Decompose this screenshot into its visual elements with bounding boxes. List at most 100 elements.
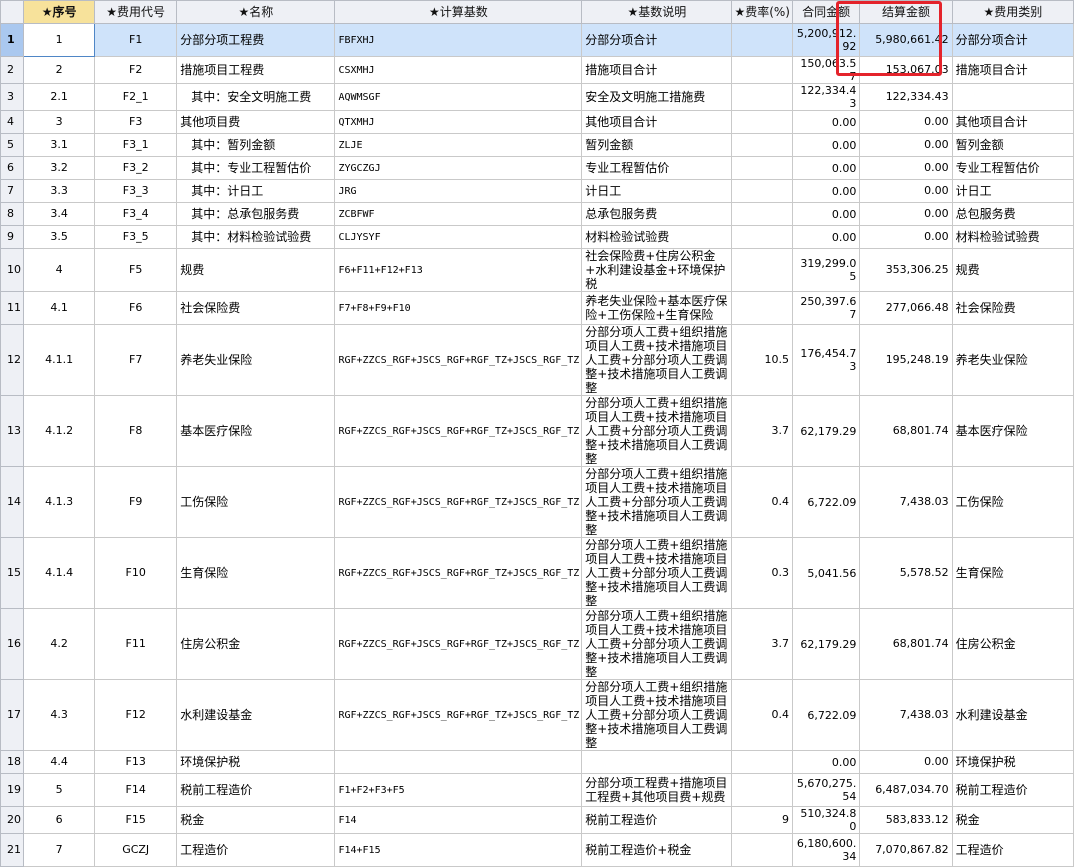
base-cell[interactable]: RGF+ZZCS_RGF+JSCS_RGF+RGF_TZ+JSCS_RGF_TZ: [334, 466, 583, 538]
rate-cell[interactable]: [731, 291, 793, 325]
desc-cell[interactable]: 分部分项人工费+组织措施项目人工费+技术措施项目人工费+分部分项人工费调整+技术…: [581, 537, 733, 609]
rate-cell[interactable]: [731, 110, 793, 134]
desc-cell[interactable]: 社会保险费+住房公积金+水利建设基金+环境保护税: [581, 248, 733, 292]
settle-amount-cell[interactable]: 7,070,867.82: [859, 833, 953, 867]
contract-amount-cell[interactable]: 6,180,600.34: [791, 833, 861, 867]
contract-amount-cell[interactable]: 0.00: [791, 133, 861, 157]
desc-cell[interactable]: 税前工程造价: [581, 806, 733, 834]
settle-amount-cell[interactable]: 68,801.74: [859, 608, 953, 680]
settle-amount-cell[interactable]: 0.00: [859, 202, 953, 226]
name-cell[interactable]: 环境保护税: [176, 750, 336, 774]
category-cell[interactable]: 水利建设基金: [951, 679, 1074, 751]
table-row[interactable]: 14 4.1.3 F9 工伤保险 RGF+ZZCS_RGF+JSCS_RGF+RGF_T…: [0, 466, 1074, 538]
category-cell[interactable]: 材料检验试验费: [951, 225, 1074, 249]
table-row[interactable]: 3 2.1 F2_1 其中：安全文明施工费 AQWMSGF 安全及文明施工措施费 122,3…: [0, 83, 1074, 111]
name-cell[interactable]: 税前工程造价: [176, 773, 336, 807]
seq-cell[interactable]: 3.4: [22, 202, 96, 226]
base-cell[interactable]: RGF+ZZCS_RGF+JSCS_RGF+RGF_TZ+JSCS_RGF_TZ: [334, 537, 583, 609]
table-row[interactable]: 16 4.2 F11 住房公积金 RGF+ZZCS_RGF+JSCS_RGF+RGF_T…: [0, 608, 1074, 680]
category-cell[interactable]: 暂列金额: [951, 133, 1074, 157]
code-cell[interactable]: F3_3: [94, 179, 178, 203]
desc-cell[interactable]: 分部分项合计: [581, 23, 733, 57]
rate-cell[interactable]: [731, 750, 793, 774]
contract-amount-cell[interactable]: 0.00: [791, 225, 861, 249]
category-cell[interactable]: 规费: [951, 248, 1074, 292]
code-cell[interactable]: F3_1: [94, 133, 178, 157]
contract-amount-cell[interactable]: 0.00: [791, 110, 861, 134]
base-cell[interactable]: F1+F2+F3+F5: [334, 773, 583, 807]
table-row[interactable]: 1 1 F1 分部分项工程费 FBFXHJ 分部分项合计 5,200,912.92 5,980…: [0, 23, 1074, 57]
category-cell[interactable]: 计日工: [951, 179, 1074, 203]
contract-amount-cell[interactable]: 150,063.57: [791, 56, 861, 84]
name-cell[interactable]: 工程造价: [176, 833, 336, 867]
settle-amount-cell[interactable]: 68,801.74: [859, 395, 953, 467]
code-cell[interactable]: F5: [94, 248, 178, 292]
rate-cell[interactable]: [731, 156, 793, 180]
base-cell[interactable]: CSXMHJ: [334, 56, 583, 84]
name-cell[interactable]: 其中：暂列金额: [176, 133, 336, 157]
settle-amount-cell[interactable]: 5,578.52: [859, 537, 953, 609]
desc-cell[interactable]: 分部分项人工费+组织措施项目人工费+技术措施项目人工费+分部分项人工费调整+技术…: [581, 395, 733, 467]
code-cell[interactable]: F9: [94, 466, 178, 538]
code-cell[interactable]: F12: [94, 679, 178, 751]
base-cell[interactable]: F7+F8+F9+F10: [334, 291, 583, 325]
code-cell[interactable]: F13: [94, 750, 178, 774]
base-cell[interactable]: QTXMHJ: [334, 110, 583, 134]
seq-cell[interactable]: 4.2: [22, 608, 96, 680]
table-row[interactable]: 2 2 F2 措施项目工程费 CSXMHJ 措施项目合计 150,063.57 153,067…: [0, 56, 1074, 84]
settle-amount-cell[interactable]: 353,306.25: [859, 248, 953, 292]
settle-amount-cell[interactable]: 122,334.43: [859, 83, 953, 111]
code-cell[interactable]: F14: [94, 773, 178, 807]
name-cell[interactable]: 基本医疗保险: [176, 395, 336, 467]
name-cell[interactable]: 其中：计日工: [176, 179, 336, 203]
desc-cell[interactable]: 暂列金额: [581, 133, 733, 157]
name-cell[interactable]: 其中：专业工程暂估价: [176, 156, 336, 180]
settle-amount-cell[interactable]: 583,833.12: [859, 806, 953, 834]
table-row[interactable]: 15 4.1.4 F10 生育保险 RGF+ZZCS_RGF+JSCS_RGF+RGF_…: [0, 537, 1074, 609]
code-cell[interactable]: F3_4: [94, 202, 178, 226]
settle-amount-cell[interactable]: 5,980,661.42: [859, 23, 953, 57]
name-cell[interactable]: 其他项目费: [176, 110, 336, 134]
rate-cell[interactable]: [731, 133, 793, 157]
base-cell[interactable]: RGF+ZZCS_RGF+JSCS_RGF+RGF_TZ+JSCS_RGF_TZ: [334, 679, 583, 751]
name-cell[interactable]: 分部分项工程费: [176, 23, 336, 57]
category-cell[interactable]: 环境保护税: [951, 750, 1074, 774]
rate-cell[interactable]: [731, 833, 793, 867]
rate-cell[interactable]: 0.3: [731, 537, 793, 609]
base-cell[interactable]: ZLJE: [334, 133, 583, 157]
seq-cell[interactable]: 2: [22, 56, 96, 84]
desc-cell[interactable]: 安全及文明施工措施费: [581, 83, 733, 111]
desc-cell[interactable]: 计日工: [581, 179, 733, 203]
category-cell[interactable]: 社会保险费: [951, 291, 1074, 325]
contract-amount-cell[interactable]: 6,722.09: [791, 679, 861, 751]
table-row[interactable]: 4 3 F3 其他项目费 QTXMHJ 其他项目合计 0.00 0.00 其他项目合计: [0, 110, 1074, 134]
settle-amount-cell[interactable]: 7,438.03: [859, 466, 953, 538]
code-cell[interactable]: F2: [94, 56, 178, 84]
code-cell[interactable]: F3_5: [94, 225, 178, 249]
base-cell[interactable]: [334, 750, 583, 774]
settle-amount-cell[interactable]: 0.00: [859, 110, 953, 134]
table-row[interactable]: 6 3.2 F3_2 其中：专业工程暂估价 ZYGCZGJ 专业工程暂估价 0.00 0.00…: [0, 156, 1074, 180]
desc-cell[interactable]: 分部分项人工费+组织措施项目人工费+技术措施项目人工费+分部分项人工费调整+技术…: [581, 608, 733, 680]
settle-amount-cell[interactable]: 195,248.19: [859, 324, 953, 396]
name-cell[interactable]: 生育保险: [176, 537, 336, 609]
base-cell[interactable]: AQWMSGF: [334, 83, 583, 111]
name-cell[interactable]: 工伤保险: [176, 466, 336, 538]
code-cell[interactable]: F11: [94, 608, 178, 680]
seq-cell[interactable]: 3.5: [22, 225, 96, 249]
contract-amount-cell[interactable]: 0.00: [791, 202, 861, 226]
rate-cell[interactable]: [731, 773, 793, 807]
base-cell[interactable]: ZYGCZGJ: [334, 156, 583, 180]
code-cell[interactable]: GCZJ: [94, 833, 178, 867]
category-cell[interactable]: 税前工程造价: [951, 773, 1074, 807]
base-cell[interactable]: RGF+ZZCS_RGF+JSCS_RGF+RGF_TZ+JSCS_RGF_TZ: [334, 324, 583, 396]
name-cell[interactable]: 税金: [176, 806, 336, 834]
desc-cell[interactable]: 税前工程造价+税金: [581, 833, 733, 867]
base-cell[interactable]: F14: [334, 806, 583, 834]
desc-cell[interactable]: 分部分项人工费+组织措施项目人工费+技术措施项目人工费+分部分项人工费调整+技术…: [581, 324, 733, 396]
code-cell[interactable]: F8: [94, 395, 178, 467]
col-header-contract[interactable]: 合同金额: [791, 0, 861, 24]
settle-amount-cell[interactable]: 0.00: [859, 750, 953, 774]
category-cell[interactable]: 总包服务费: [951, 202, 1074, 226]
seq-cell[interactable]: 5: [22, 773, 96, 807]
